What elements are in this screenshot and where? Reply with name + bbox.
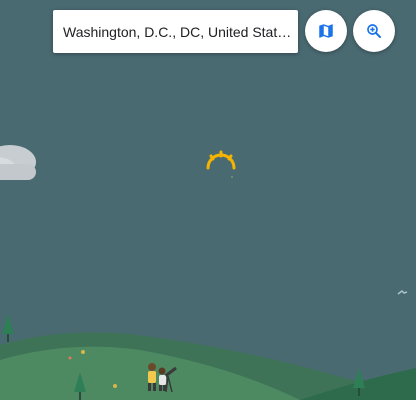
night-landscape-illustration (0, 0, 416, 400)
zoom-in-icon (367, 24, 381, 38)
zoom-in-button[interactable] (353, 10, 395, 52)
flower (81, 350, 85, 354)
street-view-loading-screen: Washington, D.C., DC, United States (0, 0, 416, 400)
map-icon (319, 24, 333, 38)
flower (113, 384, 117, 388)
small-leaf (231, 176, 233, 178)
map-view-button[interactable] (305, 10, 347, 52)
flower (68, 356, 72, 360)
location-search-text[interactable]: Washington, D.C., DC, United States (63, 24, 292, 40)
location-search-box[interactable]: Washington, D.C., DC, United States (53, 10, 298, 53)
